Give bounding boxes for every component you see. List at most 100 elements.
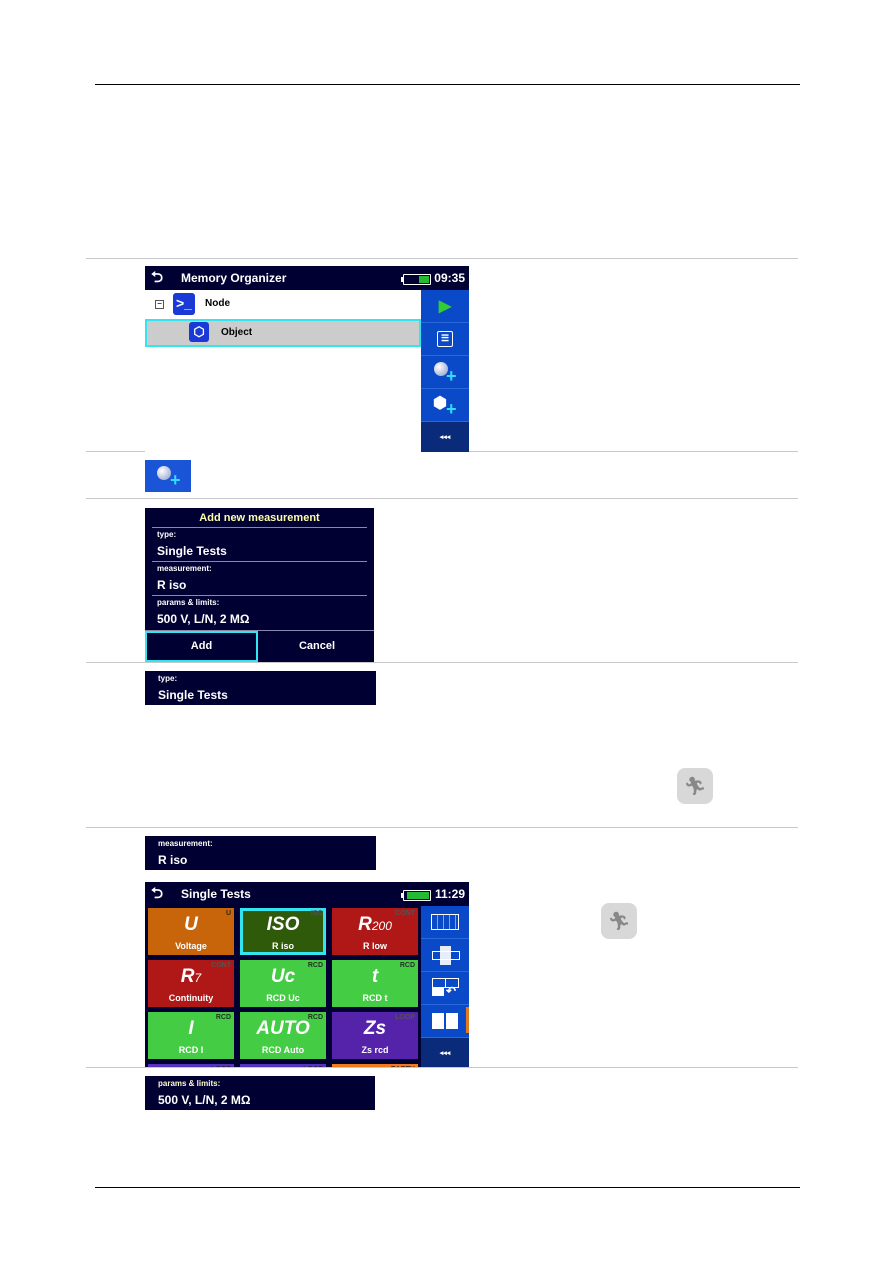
tile-symbol: U — [148, 914, 234, 936]
row-separator — [86, 827, 798, 828]
battery-icon — [401, 274, 431, 285]
play-button[interactable]: ▶ — [421, 290, 469, 323]
add-button[interactable]: Add — [145, 631, 258, 662]
measurement-field[interactable]: measurement: R iso — [157, 564, 212, 592]
tile-symbol: AUTO — [240, 1018, 326, 1040]
clock: 09:35 — [434, 271, 465, 285]
tile-symbol-text: R — [180, 966, 195, 987]
test-tile[interactable]: ISO ISO R iso — [240, 908, 326, 955]
test-tile[interactable]: LOOP — [148, 1064, 234, 1067]
tile-view-button[interactable] — [421, 1005, 469, 1038]
screen-title: Single Tests — [181, 887, 251, 901]
scroll-indicator[interactable] — [466, 1007, 469, 1033]
tree-item-label: Node — [205, 298, 230, 309]
test-tile[interactable]: RCD Uc RCD Uc — [240, 960, 326, 1007]
tile-symbol-text: U — [184, 914, 198, 935]
run-icon: 🏃︎ — [601, 903, 637, 939]
tile-view-icon — [432, 1013, 458, 1029]
tile-symbol-text: t — [371, 966, 379, 987]
header-rule — [95, 84, 800, 85]
divider — [152, 527, 367, 528]
tile-symbol-text: I — [188, 1018, 194, 1039]
tile-symbol: I — [148, 1018, 234, 1040]
test-tile[interactable]: CONT R200 R low — [332, 908, 418, 955]
tile-symbol: R7 — [148, 966, 234, 988]
field-label: type: — [158, 674, 178, 683]
tile-label: RCD I — [178, 1045, 204, 1055]
test-tile[interactable]: RCD t RCD t — [332, 960, 418, 1007]
more-button[interactable]: ◂◂◂ — [421, 1038, 469, 1067]
tile-label: Zs rcd — [361, 1045, 389, 1055]
row-separator — [86, 498, 798, 499]
plus-icon: + — [170, 470, 181, 490]
add-measurement-icon — [157, 466, 171, 480]
single-tests-screen: ⮌ Single Tests 11:29 U U Voltage ISO ISO R is… — [145, 882, 469, 1067]
field-value: Single Tests — [158, 688, 228, 702]
grid-view-icon — [431, 914, 459, 930]
memory-organizer-screen: ⮌ Memory Organizer 09:35 − >_ Node ⬡ Obj… — [145, 266, 469, 452]
add-measurement-icon: + — [432, 360, 458, 386]
center-view-button[interactable] — [421, 939, 469, 972]
tile-category: LOOP — [211, 1066, 231, 1067]
field-label: measurement: — [157, 564, 212, 573]
tile-label: R low — [363, 941, 387, 951]
side-toolbar: ▶ ☰ + ⬢ + ◂◂◂ — [421, 290, 469, 452]
add-measurement-button[interactable]: + — [421, 356, 469, 389]
swap-view-button[interactable]: ↶ — [421, 972, 469, 1005]
tile-label: RCD Auto — [261, 1045, 305, 1055]
measurement-field-snippet: measurement: R iso — [145, 836, 376, 870]
test-tile[interactable]: RCD I RCD I — [148, 1012, 234, 1059]
cancel-button[interactable]: Cancel — [260, 633, 374, 660]
tree-item-node[interactable]: − >_ Node — [145, 290, 421, 318]
grid-view-button[interactable] — [421, 906, 469, 939]
test-tile[interactable]: RCD AUTO RCD Auto — [240, 1012, 326, 1059]
test-tile[interactable]: LOOP — [240, 1064, 326, 1067]
test-tile[interactable]: CONT R7 Continuity — [148, 960, 234, 1007]
tree-item-label: Object — [221, 327, 253, 338]
back-icon[interactable]: ⮌ — [151, 883, 163, 908]
test-tile[interactable]: LOOP Zs Zs rcd — [332, 1012, 418, 1059]
more-button[interactable]: ◂◂◂ — [421, 422, 469, 452]
node-prompt-icon: >_ — [173, 293, 195, 315]
field-label: type: — [157, 530, 177, 539]
collapse-icon[interactable]: − — [155, 300, 164, 309]
footer-rule — [95, 1187, 800, 1188]
field-label: params & limits: — [158, 1079, 221, 1088]
test-tile[interactable]: EARTH — [332, 1064, 418, 1067]
row-separator — [86, 1067, 798, 1068]
params-field-snippet: params & limits: 500 V, L/N, 2 MΩ — [145, 1076, 375, 1110]
list-icon: ☰ — [437, 331, 453, 347]
center-view-icon — [432, 946, 460, 965]
params-field[interactable]: params & limits: 500 V, L/N, 2 MΩ — [157, 598, 250, 626]
more-icon: ◂◂◂ — [439, 1050, 451, 1057]
list-button[interactable]: ☰ — [421, 323, 469, 356]
tile-category: EARTH — [391, 1066, 415, 1067]
field-value: R iso — [157, 578, 187, 592]
field-value: 500 V, L/N, 2 MΩ — [158, 1093, 251, 1107]
tile-symbol-text: Zs — [363, 1018, 387, 1039]
add-object-button[interactable]: ⬢ + — [421, 389, 469, 422]
tile-symbol: R200 — [332, 914, 418, 936]
tile-symbol: t — [332, 966, 418, 988]
screen-header: ⮌ Memory Organizer 09:35 — [145, 266, 469, 290]
tile-label: RCD Uc — [266, 993, 300, 1003]
add-measurement-button-standalone: + — [145, 460, 191, 492]
object-cube-icon: ⬡ — [189, 322, 209, 342]
back-icon[interactable]: ⮌ — [151, 267, 163, 292]
test-tile[interactable]: U U Voltage — [148, 908, 234, 955]
row-separator — [86, 662, 798, 663]
play-icon: ▶ — [438, 298, 452, 315]
screen-title: Memory Organizer — [181, 271, 287, 285]
tile-label: Continuity — [168, 993, 214, 1003]
run-icon: 🏃︎ — [677, 768, 713, 804]
add-measurement-dialog: Add new measurement type: Single Tests m… — [145, 508, 374, 662]
divider — [152, 595, 367, 596]
field-label: params & limits: — [157, 598, 220, 607]
type-field[interactable]: type: Single Tests — [157, 530, 227, 558]
more-icon: ◂◂◂ — [439, 434, 451, 441]
add-object-icon: ⬢ + — [433, 395, 457, 419]
tree-item-object[interactable]: ⬡ Object — [145, 319, 421, 347]
row-separator — [86, 258, 798, 259]
tile-symbol-text: ISO — [266, 914, 300, 935]
field-label: measurement: — [158, 839, 213, 848]
